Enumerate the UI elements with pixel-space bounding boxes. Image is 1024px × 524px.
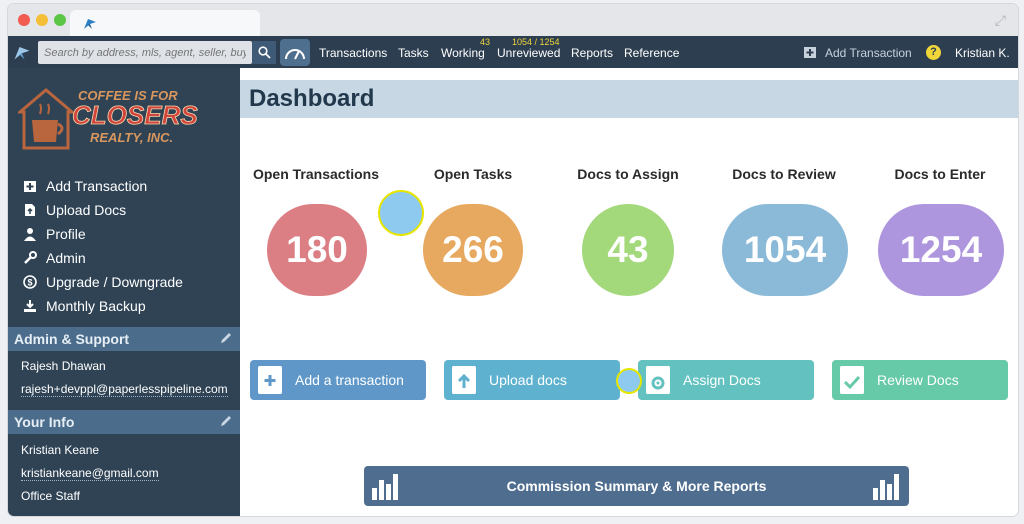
nav-reports[interactable]: Reports	[571, 46, 613, 60]
bar-chart-icon	[372, 472, 400, 500]
stat-label-docs-to-review: Docs to Review	[732, 166, 836, 182]
add-transaction-label: Add a transaction	[295, 372, 404, 388]
nav-unreviewed[interactable]: Unreviewed	[497, 46, 560, 60]
stat-label-docs-to-assign: Docs to Assign	[577, 166, 679, 182]
browser-window: ⤢ Transactions Tasks 43 Working 1054 / 1…	[8, 4, 1018, 516]
browser-chrome: ⤢	[8, 4, 1018, 36]
user-role: Office Staff	[21, 489, 80, 503]
review-docs-label: Review Docs	[877, 372, 959, 388]
user-name: Kristian Keane	[21, 443, 100, 457]
pencil-icon[interactable]	[220, 332, 232, 344]
upload-docs-button[interactable]: Upload docs	[444, 360, 620, 400]
upload-docs-label: Upload docs	[489, 372, 567, 388]
minimize-window-button[interactable]	[36, 14, 48, 26]
browser-tab[interactable]	[70, 10, 260, 36]
sidebar-item-upload-docs[interactable]: Upload Docs	[22, 200, 126, 220]
sidebar-item-label: Upgrade / Downgrade	[46, 274, 183, 290]
pencil-icon[interactable]	[220, 415, 232, 427]
admin-support-header: Admin & Support	[8, 327, 240, 351]
add-transaction-icon	[803, 45, 817, 64]
admin-support-title: Admin & Support	[14, 331, 130, 347]
add-transaction-button[interactable]: Add a transaction	[250, 360, 426, 400]
sidebar-item-add-transaction[interactable]: Add Transaction	[22, 176, 147, 196]
sidebar-item-label: Admin	[46, 250, 86, 266]
close-window-button[interactable]	[18, 14, 30, 26]
logo-line2: CLOSERS	[72, 100, 198, 130]
add-document-icon	[22, 178, 38, 194]
nav-reference[interactable]: Reference	[624, 46, 679, 60]
pipeline-logo-icon	[84, 19, 96, 29]
stat-open-transactions[interactable]: 180	[267, 204, 367, 296]
wrench-icon	[22, 250, 38, 266]
gear-document-icon	[646, 366, 670, 394]
stat-label-open-transactions: Open Transactions	[252, 166, 380, 182]
add-transaction-link[interactable]: Add Transaction	[825, 46, 912, 60]
search-button[interactable]	[252, 41, 276, 64]
sidebar: COFFEE IS FOR CLOSERS REALTY, INC. Add T…	[8, 68, 240, 516]
user-icon	[22, 226, 38, 242]
commission-summary-reports-button[interactable]: Commission Summary & More Reports	[364, 466, 909, 506]
company-logo: COFFEE IS FOR CLOSERS REALTY, INC.	[15, 82, 204, 154]
sidebar-item-label: Upload Docs	[46, 202, 127, 218]
sidebar-item-label: Monthly Backup	[46, 298, 146, 314]
stat-label-docs-to-enter: Docs to Enter	[894, 166, 986, 182]
pipeline-logo-icon[interactable]	[12, 42, 32, 62]
search-icon	[257, 46, 271, 59]
nav-tasks[interactable]: Tasks	[398, 46, 429, 60]
assign-docs-label: Assign Docs	[683, 372, 761, 388]
upload-icon	[452, 366, 476, 394]
stat-docs-to-assign[interactable]: 43	[582, 204, 674, 296]
search-input[interactable]	[38, 41, 252, 64]
your-info-header: Your Info	[8, 410, 240, 434]
nav-working[interactable]: Working	[441, 46, 485, 60]
fullscreen-icon[interactable]: ⤢	[995, 12, 1006, 29]
admin-email-link[interactable]: rajesh+devppl@paperlesspipeline.com	[21, 382, 228, 397]
stat-docs-to-review[interactable]: 1054	[722, 204, 848, 296]
review-docs-button[interactable]: Review Docs	[832, 360, 1008, 400]
stat-open-tasks[interactable]: 266	[423, 204, 523, 296]
top-navigation: Transactions Tasks 43 Working 1054 / 125…	[8, 36, 1018, 68]
sidebar-item-label: Add Transaction	[46, 178, 148, 194]
help-icon[interactable]: ?	[926, 45, 941, 60]
admin-name: Rajesh Dhawan	[21, 359, 106, 373]
sidebar-item-monthly-backup[interactable]: Monthly Backup	[22, 296, 146, 316]
bar-chart-icon	[873, 472, 901, 500]
cursor-highlight	[616, 368, 642, 394]
checkmark-document-icon	[840, 366, 864, 394]
dashboard-button[interactable]	[280, 39, 310, 66]
dollar-icon: $	[22, 274, 38, 290]
main-content: Dashboard Open Transactions Open Tasks D…	[240, 68, 1018, 516]
your-info-title: Your Info	[14, 414, 75, 430]
nav-transactions[interactable]: Transactions	[319, 46, 387, 60]
speedometer-icon	[285, 48, 305, 59]
cursor-highlight	[378, 190, 424, 236]
stat-docs-to-enter[interactable]: 1254	[878, 204, 1004, 296]
assign-docs-button[interactable]: Assign Docs	[638, 360, 814, 400]
page-title: Dashboard	[240, 80, 1018, 118]
sidebar-item-upgrade-downgrade[interactable]: $ Upgrade / Downgrade	[22, 272, 183, 292]
logo-line3: REALTY, INC.	[90, 130, 173, 145]
user-email-link[interactable]: kristiankeane@gmail.com	[21, 466, 159, 481]
add-document-icon	[258, 366, 282, 394]
sidebar-item-label: Profile	[46, 226, 86, 242]
download-icon	[22, 298, 38, 314]
coffee-cup-logo-icon: COFFEE IS FOR CLOSERS REALTY, INC.	[15, 88, 199, 150]
maximize-window-button[interactable]	[54, 14, 66, 26]
svg-text:$: $	[27, 278, 32, 288]
sidebar-item-profile[interactable]: Profile	[22, 224, 86, 244]
user-menu[interactable]: Kristian K.	[955, 46, 1010, 60]
sidebar-item-admin[interactable]: Admin	[22, 248, 86, 268]
commission-summary-label: Commission Summary & More Reports	[506, 478, 767, 494]
stat-label-open-tasks: Open Tasks	[433, 166, 513, 182]
upload-icon	[22, 202, 38, 218]
